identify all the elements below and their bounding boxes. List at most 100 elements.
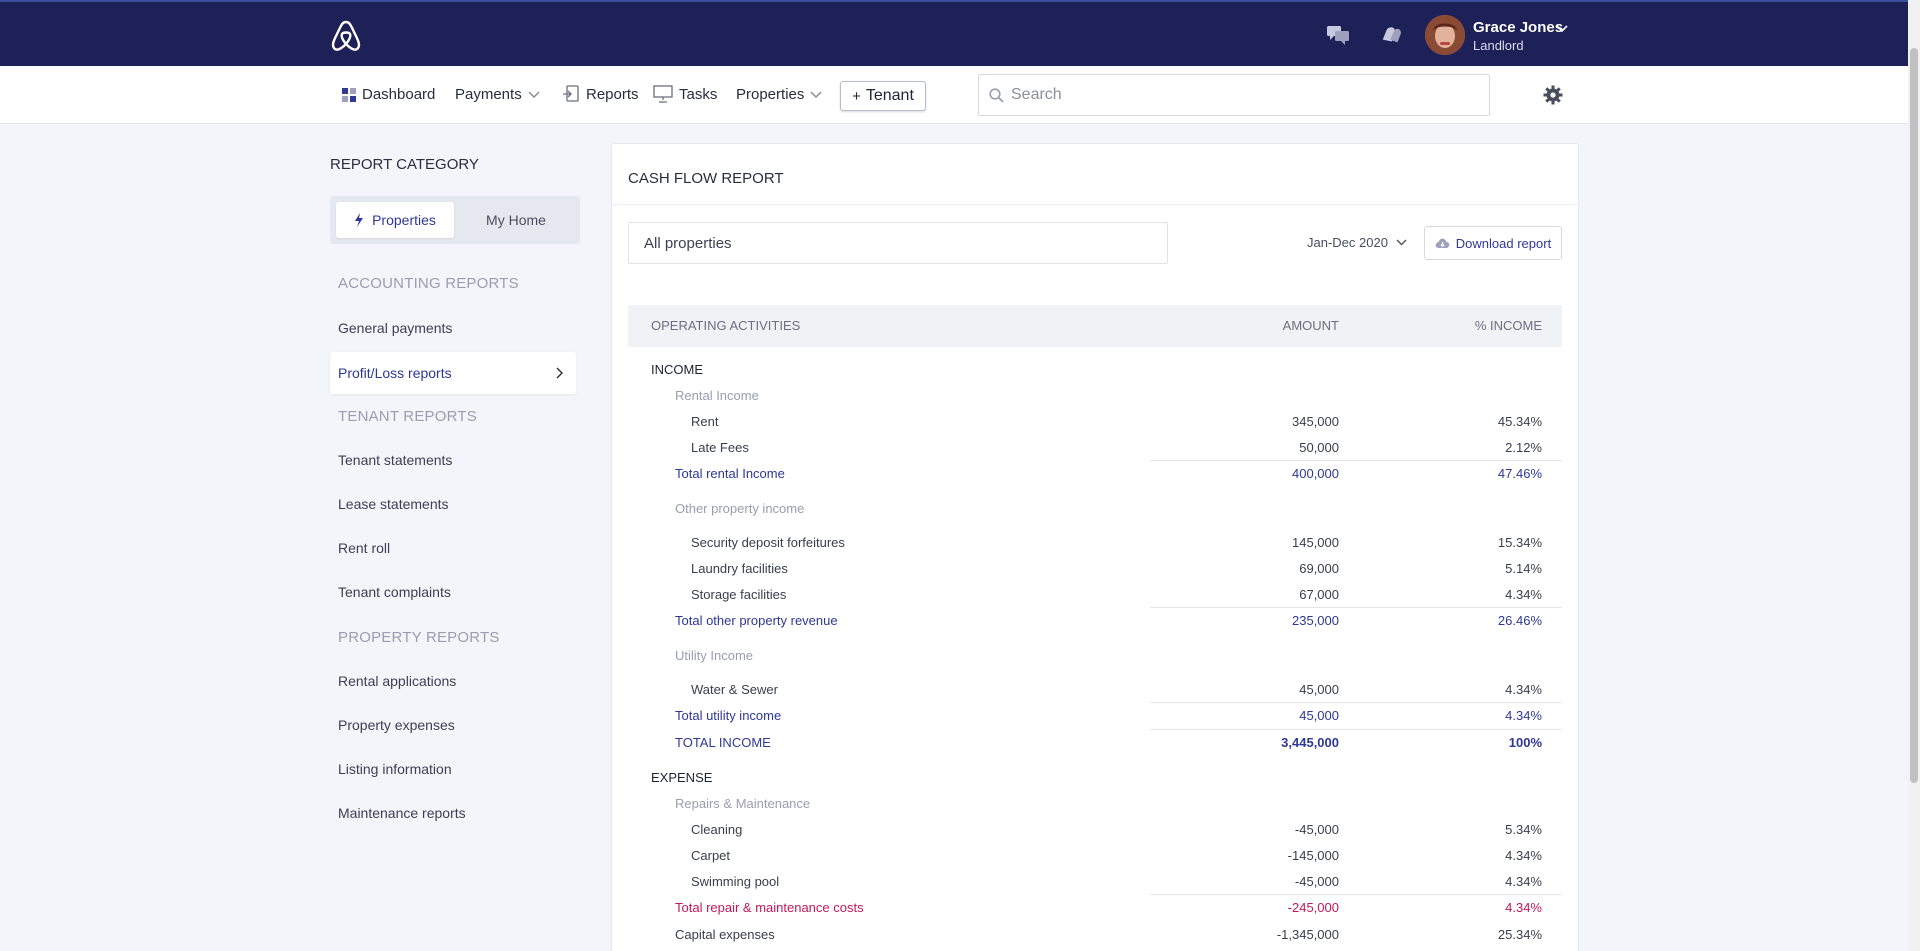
dashboard-grid-icon — [342, 87, 356, 102]
row-label-storage: Storage facilities — [691, 587, 787, 602]
plus-icon: + — [852, 87, 861, 105]
row-label-capex: Capital expenses — [675, 927, 775, 942]
row-percent-carpet: 4.34% — [1505, 848, 1542, 863]
row-amount-rent: 345,000 — [1292, 414, 1339, 429]
nav-payments[interactable]: Payments — [455, 86, 540, 103]
accounting-reports-heading: ACCOUNTING REPORTS — [338, 275, 519, 292]
page-scrollbar-thumb[interactable] — [1910, 48, 1918, 783]
main-navbar — [0, 66, 1908, 124]
row-separator — [1150, 607, 1562, 608]
nav-properties[interactable]: Properties — [736, 86, 822, 103]
row-amount-security: 145,000 — [1292, 535, 1339, 550]
chevron-down-icon — [528, 91, 540, 98]
row-percent-pool: 4.34% — [1505, 874, 1542, 889]
user-role: Landlord — [1473, 38, 1524, 53]
row-percent-total-other: 26.46% — [1497, 613, 1542, 628]
row-amount-total-other: 235,000 — [1292, 613, 1339, 628]
chat-icon[interactable] — [1326, 24, 1350, 46]
report-category-title: REPORT CATEGORY — [330, 156, 479, 173]
date-range-value: Jan-Dec 2020 — [1307, 235, 1388, 250]
sidebar-item-tenant-complaints[interactable]: Tenant complaints — [338, 584, 451, 600]
tasks-monitor-icon — [653, 85, 673, 103]
row-percent-total-repair: 4.34% — [1505, 900, 1542, 915]
search-box — [978, 74, 1490, 116]
row-label-total-utility: Total utility income — [675, 708, 782, 723]
row-label-laundry: Laundry facilities — [691, 561, 788, 576]
row-amount-total-rental: 400,000 — [1292, 466, 1339, 481]
row-label-total-other: Total other property revenue — [675, 613, 838, 628]
cloud-download-icon — [1435, 238, 1450, 248]
sidebar-item-rent-roll[interactable]: Rent roll — [338, 540, 390, 556]
row-label-rent: Rent — [691, 414, 719, 429]
property-filter-select[interactable]: All properties — [628, 222, 1168, 264]
segment-properties-label: Properties — [372, 212, 436, 228]
row-label-rental-income: Rental Income — [675, 388, 759, 403]
sidebar-item-tenant-statements[interactable]: Tenant statements — [338, 452, 452, 468]
user-name[interactable]: Grace Jones — [1473, 19, 1563, 36]
row-percent-storage: 4.34% — [1505, 587, 1542, 602]
add-tenant-button[interactable]: + Tenant — [840, 81, 926, 111]
segment-properties[interactable]: Properties — [336, 202, 454, 238]
row-separator — [1150, 460, 1562, 461]
row-percent-capex: 25.34% — [1497, 927, 1542, 942]
user-avatar[interactable] — [1425, 15, 1465, 55]
row-label-total-income: TOTAL INCOME — [675, 735, 771, 750]
search-icon — [989, 88, 1004, 103]
column-header-percent: % INCOME — [1474, 318, 1542, 333]
row-percent-water: 4.34% — [1505, 682, 1542, 697]
report-table-header: OPERATING ACTIVITIES AMOUNT % INCOME — [628, 305, 1562, 347]
sidebar-item-profit-loss[interactable]: Profit/Loss reports — [330, 352, 576, 394]
row-label-water: Water & Sewer — [691, 682, 778, 697]
nav-dashboard[interactable]: Dashboard — [342, 86, 435, 103]
row-label-late-fees: Late Fees — [691, 440, 749, 455]
nav-reports[interactable]: Reports — [562, 85, 639, 103]
search-input[interactable] — [1011, 83, 1471, 107]
chevron-down-icon — [1396, 239, 1407, 246]
row-label-total-rental: Total rental Income — [675, 466, 785, 481]
row-percent-cleaning: 5.34% — [1505, 822, 1542, 837]
airbnb-logo-icon[interactable] — [328, 18, 364, 54]
row-label-other-property-income: Other property income — [675, 501, 805, 516]
row-amount-water: 45,000 — [1299, 682, 1339, 697]
sidebar-item-property-expenses[interactable]: Property expenses — [338, 717, 455, 733]
tenant-reports-heading: TENANT REPORTS — [338, 408, 477, 425]
nav-properties-label: Properties — [736, 86, 805, 103]
download-report-button[interactable]: Download report — [1424, 226, 1562, 260]
nav-tasks[interactable]: Tasks — [653, 85, 717, 103]
sidebar-item-listing-information[interactable]: Listing information — [338, 761, 452, 777]
notifications-bell-icon[interactable] — [1380, 24, 1404, 46]
nav-dashboard-label: Dashboard — [362, 86, 436, 103]
row-separator — [1150, 894, 1562, 895]
row-amount-total-utility: 45,000 — [1299, 708, 1339, 723]
row-percent-security: 15.34% — [1497, 535, 1542, 550]
date-range-select[interactable]: Jan-Dec 2020 — [1307, 235, 1407, 250]
nav-tasks-label: Tasks — [679, 85, 718, 103]
sidebar-item-general-payments[interactable]: General payments — [338, 320, 452, 336]
segment-my-home-label: My Home — [486, 212, 546, 228]
row-separator — [1150, 702, 1562, 703]
sidebar-item-maintenance-reports[interactable]: Maintenance reports — [338, 805, 466, 821]
row-label-expense: EXPENSE — [651, 770, 713, 785]
row-percent-rent: 45.34% — [1497, 414, 1542, 429]
sidebar-item-lease-statements[interactable]: Lease statements — [338, 496, 449, 512]
reports-icon — [563, 85, 579, 102]
column-header-activities: OPERATING ACTIVITIES — [651, 318, 801, 333]
row-amount-total-income: 3,445,000 — [1281, 735, 1339, 750]
download-report-label: Download report — [1455, 235, 1552, 251]
row-amount-capex: -1,345,000 — [1276, 927, 1339, 942]
gear-icon[interactable] — [1543, 85, 1563, 105]
segment-my-home[interactable]: My Home — [458, 202, 574, 238]
row-label-security: Security deposit forfeitures — [691, 535, 845, 550]
row-amount-late-fees: 50,000 — [1299, 440, 1339, 455]
row-amount-laundry: 69,000 — [1299, 561, 1339, 576]
row-label-carpet: Carpet — [691, 848, 731, 863]
chevron-right-icon — [556, 367, 563, 379]
row-percent-total-income: 100% — [1508, 735, 1542, 750]
chevron-down-icon[interactable] — [1556, 24, 1568, 34]
property-filter-value: All properties — [644, 234, 732, 252]
top-header: Grace Jones Landlord — [0, 0, 1908, 66]
cash-flow-report-card: CASH FLOW REPORT All properties Jan-Dec … — [611, 143, 1579, 951]
sidebar-item-rental-applications[interactable]: Rental applications — [338, 673, 456, 689]
row-percent-laundry: 5.14% — [1505, 561, 1542, 576]
row-amount-storage: 67,000 — [1299, 587, 1339, 602]
